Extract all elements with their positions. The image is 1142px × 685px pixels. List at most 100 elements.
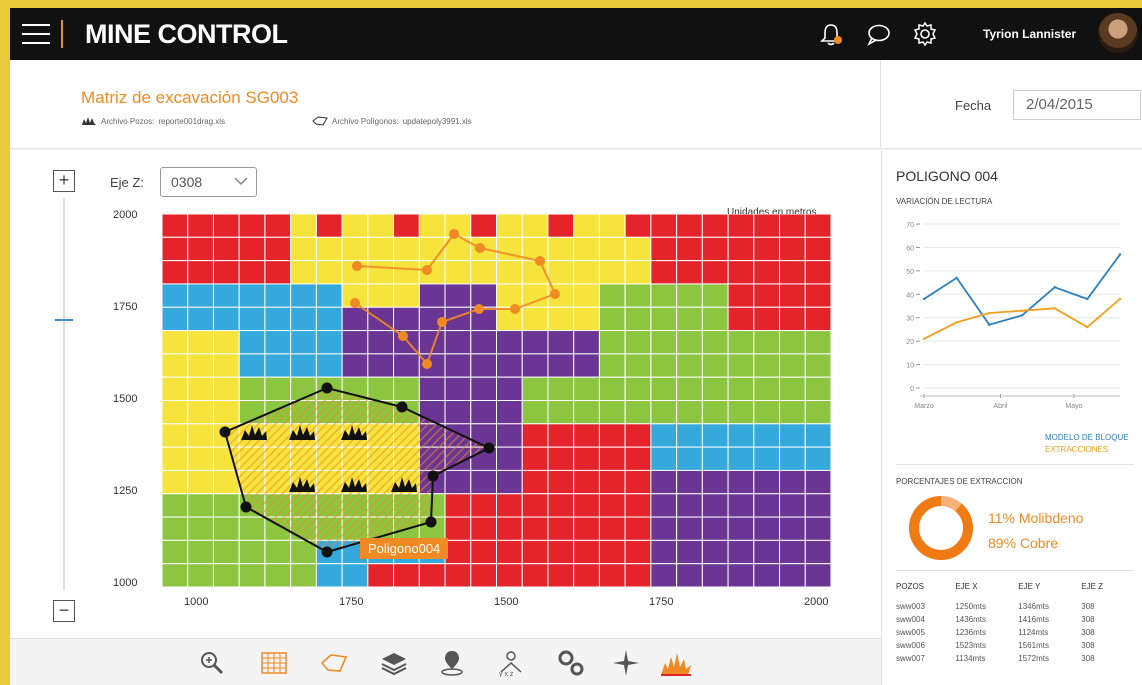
menu-icon[interactable] [22,24,50,44]
grid-cell[interactable] [212,376,240,402]
grid-cell[interactable] [212,260,240,285]
grid-cell[interactable] [238,260,266,285]
grid-cell[interactable] [162,516,189,541]
grid-cell[interactable] [598,493,626,518]
grid-cell[interactable] [290,236,317,262]
grid-cell[interactable] [212,283,240,308]
grid-cell[interactable] [393,260,420,285]
grid-cell[interactable] [162,446,189,471]
grid-cell[interactable] [212,330,240,355]
grid-cell[interactable] [753,260,781,285]
grid-cell[interactable] [624,214,652,238]
grid-cell[interactable] [238,214,266,238]
grid-cell[interactable] [547,493,575,518]
grid-cell[interactable] [315,353,343,378]
grid-cell[interactable] [521,493,549,518]
grid-cell[interactable] [393,353,420,378]
grid-cell[interactable] [650,376,678,402]
grid-cell[interactable] [676,260,703,285]
grid-cell[interactable] [187,376,214,402]
grid-cell[interactable] [162,376,189,402]
grid-cell[interactable] [496,283,523,308]
grid-cell[interactable] [547,330,575,355]
grid-cell[interactable] [547,469,575,495]
grid-cell[interactable] [162,423,189,448]
grid-cell[interactable] [547,423,575,448]
grid-cell[interactable] [779,539,806,565]
grid-cell[interactable] [290,353,317,378]
grid-cell[interactable] [753,446,781,471]
grid-cell[interactable] [624,423,652,448]
grid-cell[interactable] [624,516,652,541]
polygon-vertex[interactable] [425,516,437,528]
grid-cell[interactable] [315,306,343,332]
grid-cell[interactable] [573,446,600,471]
grid-cell[interactable] [701,516,729,541]
polygon-tag[interactable]: Poligono004 [360,538,449,559]
route-point[interactable] [475,243,485,253]
grid-cell[interactable] [573,423,600,448]
grid-cell[interactable] [393,283,420,308]
grid-cell[interactable] [187,469,214,495]
grid-cell[interactable] [753,539,781,565]
grid-cell[interactable] [804,260,831,285]
grid-cell[interactable] [779,563,806,587]
grid-cell[interactable] [341,236,369,262]
grid-cell[interactable] [444,400,472,425]
grid-cell[interactable] [573,539,600,565]
grid-cell[interactable] [650,236,678,262]
grid-cell[interactable] [676,236,703,262]
grid-cell[interactable] [779,353,806,378]
grid-cell[interactable] [496,330,523,355]
grid-cell[interactable] [341,214,369,238]
grid-cell[interactable] [187,400,214,425]
grid-cell[interactable] [598,260,626,285]
grid-cell[interactable] [727,446,755,471]
grid-cell[interactable] [598,400,626,425]
layers-icon[interactable] [380,649,408,677]
grid-cell[interactable] [547,539,575,565]
grid-cell[interactable] [367,330,395,355]
grid-cell[interactable] [393,563,420,587]
grid-cell[interactable] [701,446,729,471]
grid-cell[interactable] [779,376,806,402]
grid-cell[interactable] [290,283,317,308]
grid-cell[interactable] [162,493,189,518]
grid-cell[interactable] [187,236,214,262]
grid-cell[interactable] [624,446,652,471]
grid-cell[interactable] [804,214,831,238]
grid-cell[interactable] [804,469,831,495]
grid-cell[interactable] [187,330,214,355]
grid-cell[interactable] [598,214,626,238]
grid-cell[interactable] [727,376,755,402]
grid-cell[interactable] [187,539,214,565]
grid-cell[interactable] [470,400,497,425]
grid-cell[interactable] [701,283,729,308]
grid-cell[interactable] [598,446,626,471]
grid-cell[interactable] [418,563,446,587]
grid-cell[interactable] [753,493,781,518]
grid-cell[interactable] [393,306,420,332]
grid-cell[interactable] [187,516,214,541]
zoom-slider-thumb[interactable] [55,319,73,321]
grid-cell[interactable] [779,330,806,355]
grid-cell[interactable] [753,306,781,332]
route-point[interactable] [510,304,520,314]
grid-cell[interactable] [701,214,729,238]
grid-cell[interactable] [444,260,472,285]
grid-cell[interactable] [624,400,652,425]
grid-cell[interactable] [547,260,575,285]
grid-cell[interactable] [315,563,343,587]
grid-cell[interactable] [547,563,575,587]
grid-cell[interactable] [650,306,678,332]
grid-cell[interactable] [470,260,497,285]
grid-cell[interactable] [521,516,549,541]
grid-cell[interactable] [727,260,755,285]
grid-cell[interactable] [238,376,266,402]
grid-cell[interactable] [315,236,343,262]
grid-cell[interactable] [598,306,626,332]
grid-cell[interactable] [264,283,292,308]
grid-cell[interactable] [676,423,703,448]
grid-cell[interactable] [573,563,600,587]
grid-cell[interactable] [264,330,292,355]
